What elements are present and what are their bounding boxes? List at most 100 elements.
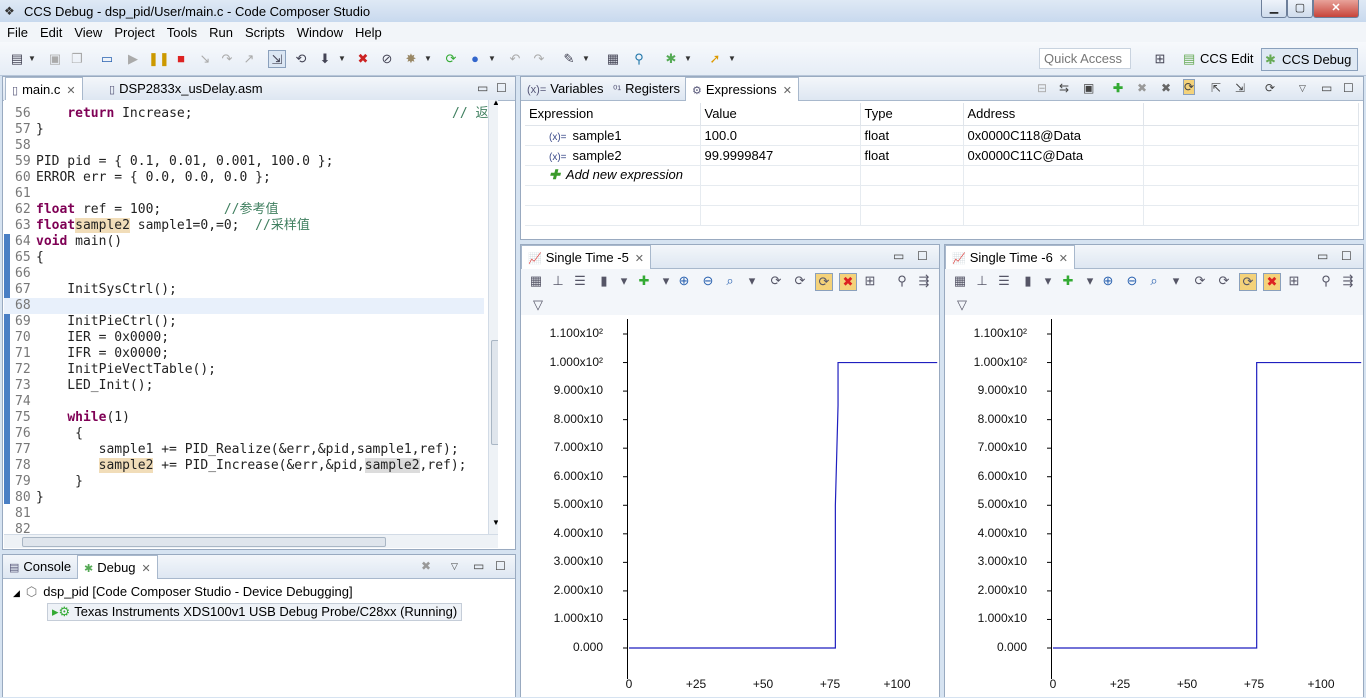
grid-icon[interactable]: ☰ [995, 273, 1013, 289]
maximize-view-icon[interactable]: ☐ [1343, 81, 1354, 95]
maximize-view-icon[interactable]: ☐ [1341, 249, 1352, 263]
tab-main-c[interactable]: ▯ main.c ✕ [5, 77, 83, 101]
chevron-down-icon[interactable]: ▽ [953, 297, 971, 313]
scroll-up-icon[interactable]: ▲ [492, 100, 498, 107]
export-icon[interactable]: ⇲ [1235, 81, 1245, 95]
expression-cell[interactable]: (x)= sample2 [525, 145, 701, 166]
add-cursor-icon[interactable]: ✚ [1059, 273, 1077, 289]
column-address[interactable]: Address [963, 103, 1144, 126]
close-icon[interactable]: ✕ [635, 253, 644, 265]
maximize-view-icon[interactable]: ☐ [495, 559, 506, 573]
tab-registers[interactable]: ⁰¹ Registers [607, 77, 686, 101]
chevron-down-icon[interactable]: ▾ [657, 273, 675, 289]
new-icon[interactable]: ▤ [8, 50, 26, 68]
maximize-view-icon[interactable]: ☐ [496, 81, 507, 95]
collapse-all-icon[interactable]: ⊟ [1037, 81, 1047, 95]
grid-icon[interactable]: ☰ [571, 273, 589, 289]
zoom-out-icon[interactable]: ⊖ [699, 273, 717, 289]
remove-icon[interactable]: ✖ [1137, 81, 1147, 95]
zoom-out-icon[interactable]: ⊖ [1123, 273, 1141, 289]
close-icon[interactable]: ✕ [142, 563, 151, 575]
add-new-expression[interactable]: ✚ Add new expression [525, 165, 701, 186]
code-line[interactable]: 68 [4, 298, 484, 314]
code-line[interactable]: 75 while(1) [4, 410, 484, 426]
search-icon[interactable]: ⚲ [630, 50, 648, 68]
close-button[interactable]: ✕ [1313, 0, 1359, 18]
run-icon[interactable]: ● [466, 50, 484, 68]
chevron-down-icon[interactable]: ▽ [451, 561, 458, 572]
resume-icon[interactable]: ▶ [124, 50, 142, 68]
expand-triangle-icon[interactable]: ◢ [13, 588, 20, 598]
value-cell[interactable]: 100.0 [700, 125, 861, 146]
code-line[interactable]: 82 [4, 522, 484, 534]
export-icon[interactable]: ⊞ [861, 273, 879, 289]
tools-icon[interactable]: ✎ [560, 50, 578, 68]
pin-icon[interactable]: ⇶ [1339, 273, 1357, 289]
graph-layout-icon[interactable]: ▦ [951, 273, 969, 289]
measure-icon[interactable]: ⊥ [549, 273, 567, 289]
load-program-icon[interactable]: ⬇ [316, 50, 334, 68]
menu-edit[interactable]: Edit [40, 25, 62, 40]
display-properties-icon[interactable]: ▮ [595, 273, 613, 289]
settings-icon[interactable]: ✱ [662, 50, 680, 68]
debug-icon[interactable]: ✸ [402, 50, 420, 68]
remove-all-icon[interactable]: ✖ [1161, 81, 1171, 95]
editor-horizontal-scrollbar[interactable] [4, 534, 498, 548]
tab-debug[interactable]: ✱ Debug ✕ [77, 555, 158, 579]
minimize-view-icon[interactable]: ▭ [473, 559, 484, 573]
binoculars-icon[interactable]: ⚲ [893, 273, 911, 289]
code-line[interactable]: 77 sample1 += PID_Realize(&err,&pid,samp… [4, 442, 484, 458]
reset-graph-icon[interactable]: ✖ [1263, 273, 1281, 291]
save-icon[interactable]: ▣ [46, 50, 64, 68]
minimize-button[interactable]: ▁ [1261, 0, 1287, 18]
zoom-fit-icon[interactable]: ⌕ [721, 273, 739, 289]
tab-variables[interactable]: (x)= Variables [521, 77, 609, 101]
continuous-refresh-icon[interactable]: ⟳ [1183, 79, 1196, 95]
code-line[interactable]: 81 [4, 506, 484, 522]
add-expression-row[interactable]: ✚ Add new expression [525, 165, 1359, 186]
tab-console[interactable]: ▤ Console [3, 555, 77, 579]
export-icon[interactable]: ⊞ [1285, 273, 1303, 289]
quick-access-input[interactable]: Quick Access [1039, 48, 1131, 69]
tab-single-time[interactable]: 📈 Single Time -5 ✕ [521, 245, 652, 269]
remove-breakpoints-icon[interactable]: ✖ [354, 50, 372, 68]
refresh-icon[interactable]: ⟳ [442, 50, 460, 68]
chevron-down-icon[interactable]: ▽ [529, 297, 547, 313]
menu-view[interactable]: View [74, 25, 102, 40]
chevron-down-icon[interactable]: ▼ [488, 50, 496, 68]
terminate-icon[interactable]: ■ [172, 50, 190, 68]
chevron-down-icon[interactable]: ▼ [424, 50, 432, 68]
minimize-view-icon[interactable]: ▭ [1321, 81, 1332, 95]
menu-project[interactable]: Project [114, 25, 154, 40]
remove-all-terminated-icon[interactable]: ✖ [421, 559, 431, 573]
debug-view-icon[interactable]: ▭ [98, 50, 116, 68]
step-over-icon[interactable]: ↷ [218, 50, 236, 68]
code-line[interactable]: 67 InitSysCtrl(); [4, 282, 484, 298]
zoom-in-icon[interactable]: ⊕ [675, 273, 693, 289]
code-line[interactable]: 59 PID pid = { 0.1, 0.01, 0.001, 100.0 }; [4, 154, 484, 170]
menu-run[interactable]: Run [209, 25, 233, 40]
freeze-icon[interactable]: ⟳ [815, 273, 833, 291]
minimize-view-icon[interactable]: ▭ [477, 81, 488, 95]
continuous-refresh-icon[interactable]: ⟳ [791, 273, 809, 289]
value-cell[interactable]: 99.9999847 [700, 145, 861, 166]
chevron-down-icon[interactable]: ▼ [684, 50, 692, 68]
code-line[interactable]: 63 floatsample2 sample1=0,=0; //采样值 [4, 218, 484, 234]
refresh-icon[interactable]: ⟳ [1265, 81, 1275, 95]
chevron-down-icon[interactable]: ▼ [582, 50, 590, 68]
code-line[interactable]: 69 InitPieCtrl(); [4, 314, 484, 330]
tab-usdelay-asm[interactable]: ▯ DSP2833x_usDelay.asm [103, 77, 269, 101]
scrollbar-thumb[interactable] [22, 537, 386, 547]
maximize-button[interactable]: ▢ [1287, 0, 1313, 18]
console-icon[interactable]: ▦ [604, 50, 622, 68]
code-line[interactable]: 66 [4, 266, 484, 282]
add-cursor-icon[interactable]: ✚ [635, 273, 653, 289]
code-line[interactable]: 79 } [4, 474, 484, 490]
graph-layout-icon[interactable]: ▦ [527, 273, 545, 289]
chevron-down-icon[interactable]: ▾ [1167, 273, 1185, 289]
step-into-icon[interactable]: ↘ [196, 50, 214, 68]
editor-vertical-scrollbar[interactable]: ▲ ▼ [488, 100, 498, 534]
reset-icon[interactable]: ⟲ [292, 50, 310, 68]
code-line[interactable]: 73 LED_Init(); [4, 378, 484, 394]
import-icon[interactable]: ⇱ [1211, 81, 1221, 95]
